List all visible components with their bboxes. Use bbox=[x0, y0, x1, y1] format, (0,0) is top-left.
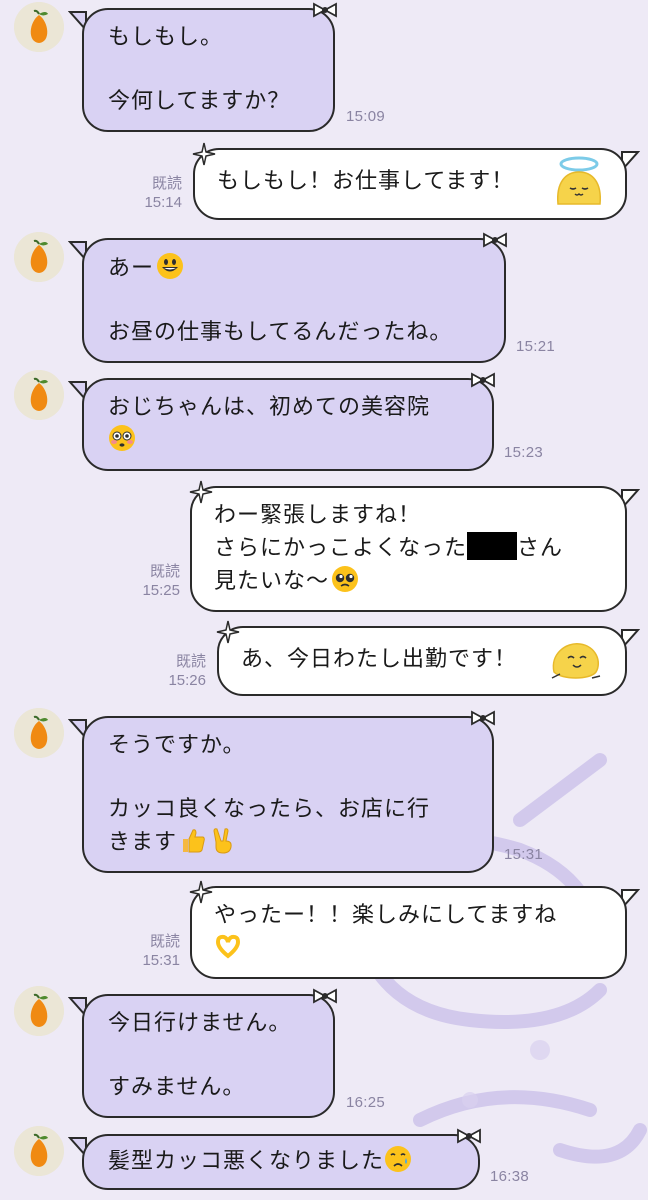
heart-hands-emoji bbox=[214, 932, 242, 960]
read-label: 既読 bbox=[151, 175, 182, 192]
message-text: さらにかっこよくなった bbox=[214, 536, 468, 561]
message-text: 今何してますか？ bbox=[108, 89, 291, 114]
avatar[interactable] bbox=[14, 370, 64, 420]
message-time: 15:25 bbox=[142, 582, 180, 599]
orange-fruit-icon bbox=[14, 708, 64, 758]
orange-fruit-icon bbox=[14, 986, 64, 1036]
flushed-face-emoji bbox=[108, 424, 136, 452]
message-text: 今日行けません。 bbox=[108, 1011, 292, 1036]
message-bubble-outgoing[interactable]: やったー！！楽しみにしてますね bbox=[190, 886, 627, 979]
message-bubble-incoming[interactable]: 髪型カッコ悪くなりました bbox=[82, 1134, 480, 1190]
message-time: 15:21 bbox=[516, 338, 556, 355]
read-label: 既読 bbox=[175, 653, 206, 670]
message-bubble-incoming[interactable]: あー お昼の仕事もしてるんだったね。 bbox=[82, 238, 506, 363]
message-text bbox=[108, 285, 484, 317]
sparkle-icon bbox=[189, 880, 213, 904]
message-text: そうですか。 bbox=[108, 733, 246, 758]
message-text: すみません。 bbox=[108, 1075, 246, 1100]
angel-blob-sticker bbox=[557, 156, 601, 205]
ribbon-bow-icon bbox=[471, 372, 495, 388]
sad-but-relieved-face-emoji bbox=[384, 1145, 412, 1173]
message-text: 髪型カッコ悪くなりました bbox=[108, 1149, 385, 1174]
message-text: おじちゃんは、初めての美容院 bbox=[108, 395, 431, 420]
message-text bbox=[108, 1040, 313, 1072]
orange-fruit-icon bbox=[14, 370, 64, 420]
message-text: きます bbox=[108, 830, 178, 855]
orange-fruit-icon bbox=[14, 232, 64, 282]
ribbon-bow-icon bbox=[483, 232, 507, 248]
message-text: カッコ良くなったら、お店に行 bbox=[108, 797, 431, 822]
message-text: わー緊張しますね！ bbox=[214, 503, 422, 528]
message-time: 15:31 bbox=[504, 846, 544, 863]
sparkle-icon bbox=[189, 480, 213, 504]
avatar[interactable] bbox=[14, 708, 64, 758]
avatar[interactable] bbox=[14, 2, 64, 52]
message-text: 見たいな〜 bbox=[214, 569, 330, 594]
thumbs-up-emoji bbox=[179, 826, 207, 854]
message-text: お昼の仕事もしてるんだったね。 bbox=[108, 320, 453, 345]
message-time: 15:26 bbox=[168, 672, 206, 689]
message-time: 15:23 bbox=[504, 444, 544, 461]
read-label: 既読 bbox=[149, 563, 180, 580]
message-line bbox=[108, 424, 472, 457]
read-status: 既読 15:26 bbox=[156, 652, 206, 690]
message-time: 16:25 bbox=[346, 1094, 386, 1111]
message-line: きます bbox=[108, 826, 472, 859]
orange-fruit-icon bbox=[14, 1126, 64, 1176]
message-time: 15:31 bbox=[142, 952, 180, 969]
orange-fruit-icon bbox=[14, 2, 64, 52]
message-bubble-incoming[interactable]: 今日行けません。 すみません。 bbox=[82, 994, 335, 1118]
message-line: 髪型カッコ悪くなりました bbox=[108, 1145, 458, 1178]
message-line: さらにかっこよくなった さん bbox=[214, 532, 605, 565]
redacted-name-block bbox=[467, 532, 518, 560]
pleading-face-emoji bbox=[331, 565, 359, 593]
message-bubble-outgoing[interactable]: わー緊張しますね！ さらにかっこよくなった さん 見たいな〜 bbox=[190, 486, 627, 612]
message-bubble-incoming[interactable]: もしもし。 今何してますか？ bbox=[82, 8, 335, 132]
victory-hand-emoji bbox=[209, 826, 237, 854]
message-time: 15:14 bbox=[144, 194, 182, 211]
read-status: 既読 15:25 bbox=[130, 562, 180, 600]
message-text: あー bbox=[108, 256, 155, 281]
read-status: 既読 15:14 bbox=[132, 174, 182, 212]
message-time: 15:09 bbox=[346, 108, 386, 125]
message-text bbox=[108, 54, 313, 86]
avatar[interactable] bbox=[14, 986, 64, 1036]
message-bubble-incoming[interactable]: おじちゃんは、初めての美容院 bbox=[82, 378, 494, 471]
read-status: 既読 15:31 bbox=[130, 932, 180, 970]
grinning-face-emoji bbox=[156, 252, 184, 280]
message-text: もしもし。 bbox=[108, 25, 224, 50]
message-bubble-incoming[interactable]: そうですか。 カッコ良くなったら、お店に行 きます bbox=[82, 716, 494, 873]
message-line: 見たいな〜 bbox=[214, 565, 605, 598]
sparkle-icon bbox=[216, 620, 240, 644]
avatar[interactable] bbox=[14, 232, 64, 282]
message-text: さん bbox=[517, 536, 564, 561]
ribbon-bow-icon bbox=[313, 988, 337, 1004]
read-label: 既読 bbox=[149, 933, 180, 950]
ribbon-bow-icon bbox=[457, 1128, 481, 1144]
message-text: やったー！！楽しみにしてますね bbox=[214, 903, 558, 928]
avatar[interactable] bbox=[14, 1126, 64, 1176]
message-text bbox=[108, 762, 472, 794]
happy-blob-sticker bbox=[551, 643, 601, 679]
ribbon-bow-icon bbox=[471, 710, 495, 726]
message-text: もしもし！お仕事してます！ bbox=[217, 169, 515, 194]
message-line bbox=[214, 932, 605, 965]
message-time: 16:38 bbox=[490, 1168, 530, 1185]
sparkle-icon bbox=[192, 142, 216, 166]
ribbon-bow-icon bbox=[313, 2, 337, 18]
message-line: あー bbox=[108, 252, 484, 285]
